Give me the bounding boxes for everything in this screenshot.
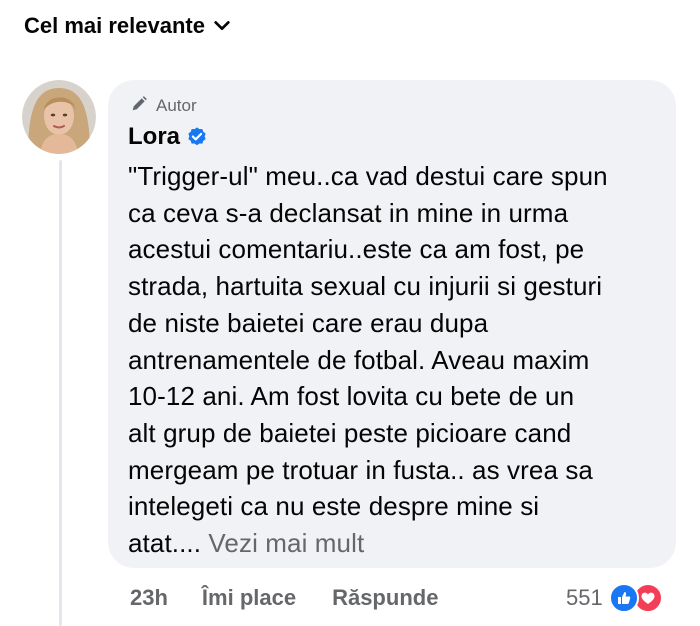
reaction-count: 551 [566, 585, 603, 610]
sort-dropdown[interactable]: Cel mai relevante [24, 10, 231, 42]
author-name[interactable]: Lora [128, 123, 180, 151]
like-button[interactable]: Îmi place [202, 585, 296, 611]
verified-badge-icon [186, 126, 208, 148]
comment-body: "Trigger-ul" meu..ca vad destui care spu… [128, 161, 608, 559]
pencil-icon [130, 95, 148, 118]
chevron-down-icon [213, 17, 231, 35]
comment-bubble: Autor Lora "Trigger-ul" meu..ca vad dest… [108, 80, 676, 568]
like-reaction-icon [608, 583, 639, 613]
ellipsis: ... [179, 528, 202, 559]
comment-text: "Trigger-ul" meu..ca vad destui care spu… [128, 158, 656, 562]
reactions-summary[interactable]: 551 [566, 578, 663, 618]
thread-line [59, 160, 62, 626]
timestamp[interactable]: 23h [130, 585, 168, 611]
author-badge: Autor [130, 94, 656, 118]
sort-label: Cel mai relevante [24, 13, 205, 38]
reply-button[interactable]: Răspunde [332, 585, 438, 611]
author-badge-label: Autor [156, 96, 197, 115]
avatar[interactable] [22, 80, 96, 154]
see-more-link[interactable]: Vezi mai mult [208, 528, 364, 558]
comment-actions: 23h Îmi place Răspunde [130, 578, 438, 618]
